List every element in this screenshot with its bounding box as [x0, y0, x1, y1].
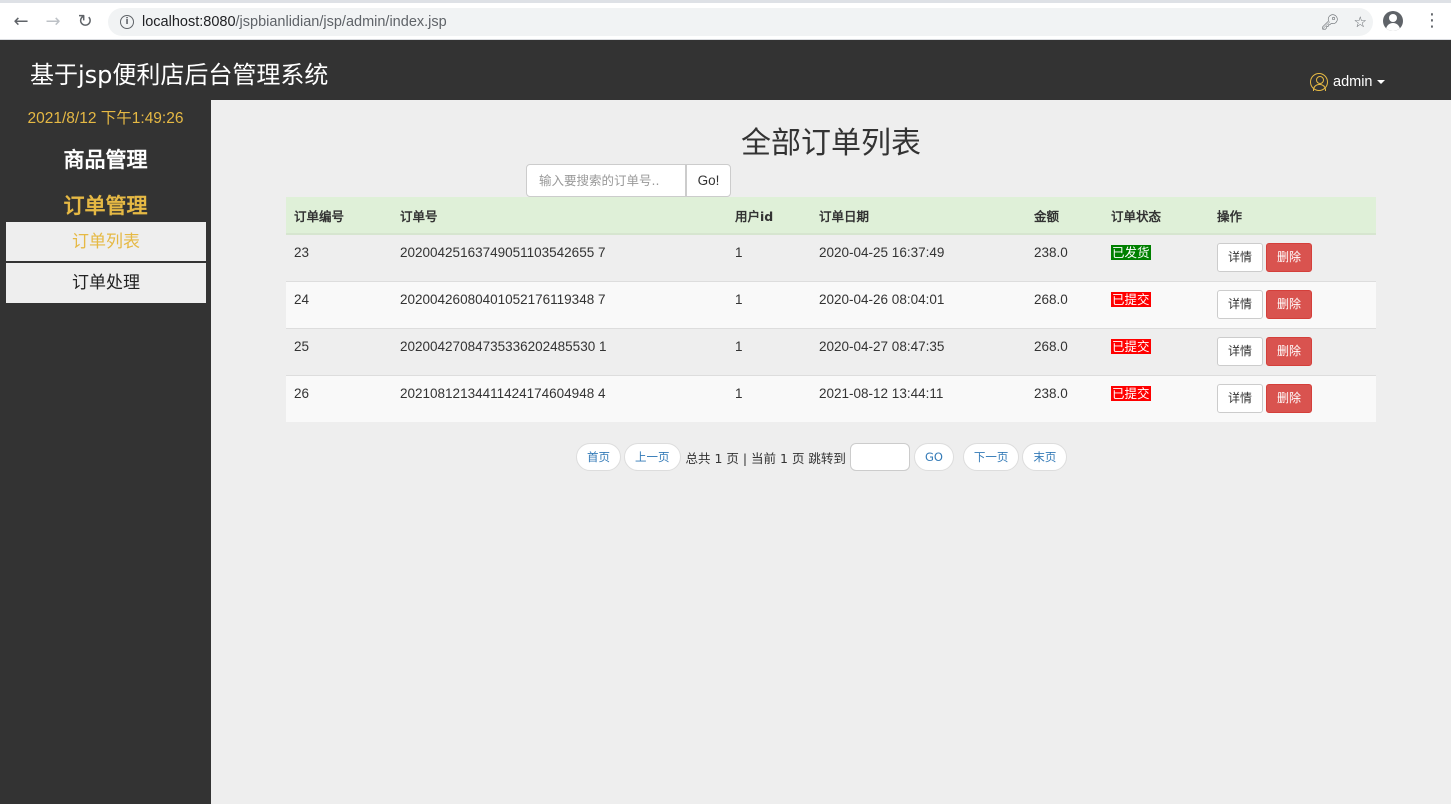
address-bar[interactable]: i localhost:8080/jspbianlidian/jsp/admin…	[108, 8, 1373, 36]
status-badge: 已提交	[1111, 291, 1151, 307]
site-info-icon[interactable]: i	[120, 15, 134, 29]
sidebar-item-goods[interactable]: 商品管理	[0, 144, 211, 174]
url-text[interactable]: localhost:8080/jspbianlidian/jsp/admin/i…	[142, 14, 447, 30]
menu-kebab-icon[interactable]: ⋮	[1423, 12, 1441, 30]
cell-user-id: 1	[727, 233, 811, 281]
star-icon[interactable]: ☆	[1354, 13, 1367, 31]
cell-order-no: 20200426080401052176119348 7	[392, 280, 727, 328]
key-icon[interactable]: 🔑︎	[1321, 13, 1340, 31]
sidebar: 2021/8/12 下午1:49:26 商品管理 订单管理 订单列表 订单处理	[0, 100, 211, 804]
cell-date: 2021-08-12 13:44:11	[811, 374, 1026, 422]
detail-button[interactable]: 详情	[1217, 243, 1263, 272]
pagination: 首页 上一页 总共 1 页 | 当前 1 页 跳转到 GO 下一页 末页	[576, 443, 1070, 471]
column-header: 金额	[1026, 197, 1103, 235]
back-arrow-icon[interactable]: ←	[10, 10, 32, 32]
column-header: 操作	[1209, 197, 1376, 235]
page-go-button[interactable]: GO	[913, 443, 954, 471]
cell-user-id: 1	[727, 280, 811, 328]
table-row: 23 20200425163749051103542655 7 1 2020-0…	[286, 233, 1376, 281]
delete-button[interactable]: 删除	[1266, 289, 1312, 319]
next-page-button[interactable]: 下一页	[962, 443, 1020, 471]
cell-status: 已提交	[1103, 280, 1209, 328]
sidebar-item-order-process[interactable]: 订单处理	[6, 263, 206, 303]
url-host: localhost:8080	[142, 14, 236, 30]
cell-date: 2020-04-25 16:37:49	[811, 233, 1026, 281]
page-jump-input[interactable]	[849, 443, 910, 471]
reload-icon[interactable]: ↻	[74, 10, 96, 32]
cell-id: 23	[286, 233, 392, 281]
prev-page-button[interactable]: 上一页	[624, 443, 681, 471]
cell-order-no: 20200425163749051103542655 7	[392, 233, 727, 281]
last-page-button[interactable]: 末页	[1022, 443, 1068, 471]
detail-button[interactable]: 详情	[1217, 336, 1263, 366]
user-name: admin	[1333, 74, 1373, 90]
delete-button[interactable]: 删除	[1266, 383, 1312, 413]
table-row: 26 20210812134411424174604948 4 1 2021-0…	[286, 374, 1376, 422]
url-path: /jspbianlidian/jsp/admin/index.jsp	[235, 14, 447, 30]
delete-button[interactable]: 删除	[1266, 243, 1312, 272]
cell-actions: 详情 删除	[1209, 280, 1376, 328]
cell-order-no: 20200427084735336202485530 1	[392, 327, 727, 375]
caret-down-icon	[1376, 80, 1385, 84]
cell-user-id: 1	[727, 327, 811, 375]
page-title: 全部订单列表	[741, 126, 921, 161]
table-row: 25 20200427084735336202485530 1 1 2020-0…	[286, 327, 1376, 375]
app-header: 基于jsp便利店后台管理系统 admin	[0, 40, 1451, 100]
main-content: 全部订单列表 输入要搜索的订单号.. Go! 订单编号 订单号 用户id 订单日…	[211, 100, 1451, 804]
column-header: 订单编号	[286, 197, 392, 235]
column-header: 订单号	[392, 197, 727, 235]
table-row: 24 20200426080401052176119348 7 1 2020-0…	[286, 280, 1376, 328]
cell-order-no: 20210812134411424174604948 4	[392, 374, 727, 422]
clock: 2021/8/12 下午1:49:26	[27, 110, 184, 127]
cell-date: 2020-04-26 08:04:01	[811, 280, 1026, 328]
delete-button[interactable]: 删除	[1266, 336, 1312, 366]
cell-status: 已提交	[1103, 327, 1209, 375]
column-header: 订单状态	[1103, 197, 1209, 235]
page-info: 总共 1 页 | 当前 1 页 跳转到	[685, 450, 846, 466]
profile-icon[interactable]	[1383, 11, 1403, 31]
sidebar-item-order-list[interactable]: 订单列表	[6, 222, 206, 262]
cell-status: 已发货	[1103, 233, 1209, 281]
forward-arrow-icon[interactable]: →	[42, 10, 64, 32]
status-badge: 已提交	[1111, 385, 1151, 401]
user-icon	[1310, 73, 1328, 91]
cell-id: 25	[286, 327, 392, 375]
sidebar-item-orders[interactable]: 订单管理	[0, 190, 211, 220]
user-menu[interactable]: admin	[1310, 73, 1385, 91]
search-button[interactable]: Go!	[686, 164, 731, 197]
cell-actions: 详情 删除	[1209, 327, 1376, 375]
cell-amount: 238.0	[1026, 374, 1103, 422]
browser-toolbar: ← → ↻ i localhost:8080/jspbianlidian/jsp…	[0, 0, 1451, 40]
column-header: 订单日期	[811, 197, 1026, 235]
detail-button[interactable]: 详情	[1217, 383, 1263, 413]
cell-amount: 238.0	[1026, 233, 1103, 281]
orders-table: 订单编号 订单号 用户id 订单日期 金额 订单状态 操作 23 2020042…	[286, 197, 1376, 422]
table-header-row: 订单编号 订单号 用户id 订单日期 金额 订单状态 操作	[286, 197, 1376, 235]
cell-date: 2020-04-27 08:47:35	[811, 327, 1026, 375]
cell-id: 24	[286, 280, 392, 328]
detail-button[interactable]: 详情	[1217, 289, 1263, 319]
cell-actions: 详情 删除	[1209, 374, 1376, 422]
app-title: 基于jsp便利店后台管理系统	[30, 61, 329, 89]
cell-user-id: 1	[727, 374, 811, 422]
cell-actions: 详情 删除	[1209, 233, 1376, 281]
cell-id: 26	[286, 374, 392, 422]
cell-amount: 268.0	[1026, 280, 1103, 328]
cell-amount: 268.0	[1026, 327, 1103, 375]
first-page-button[interactable]: 首页	[576, 443, 621, 471]
cell-status: 已提交	[1103, 374, 1209, 422]
status-badge: 已提交	[1111, 338, 1151, 354]
search-input[interactable]: 输入要搜索的订单号..	[526, 164, 686, 197]
status-badge: 已发货	[1111, 245, 1151, 260]
column-header: 用户id	[727, 197, 811, 235]
